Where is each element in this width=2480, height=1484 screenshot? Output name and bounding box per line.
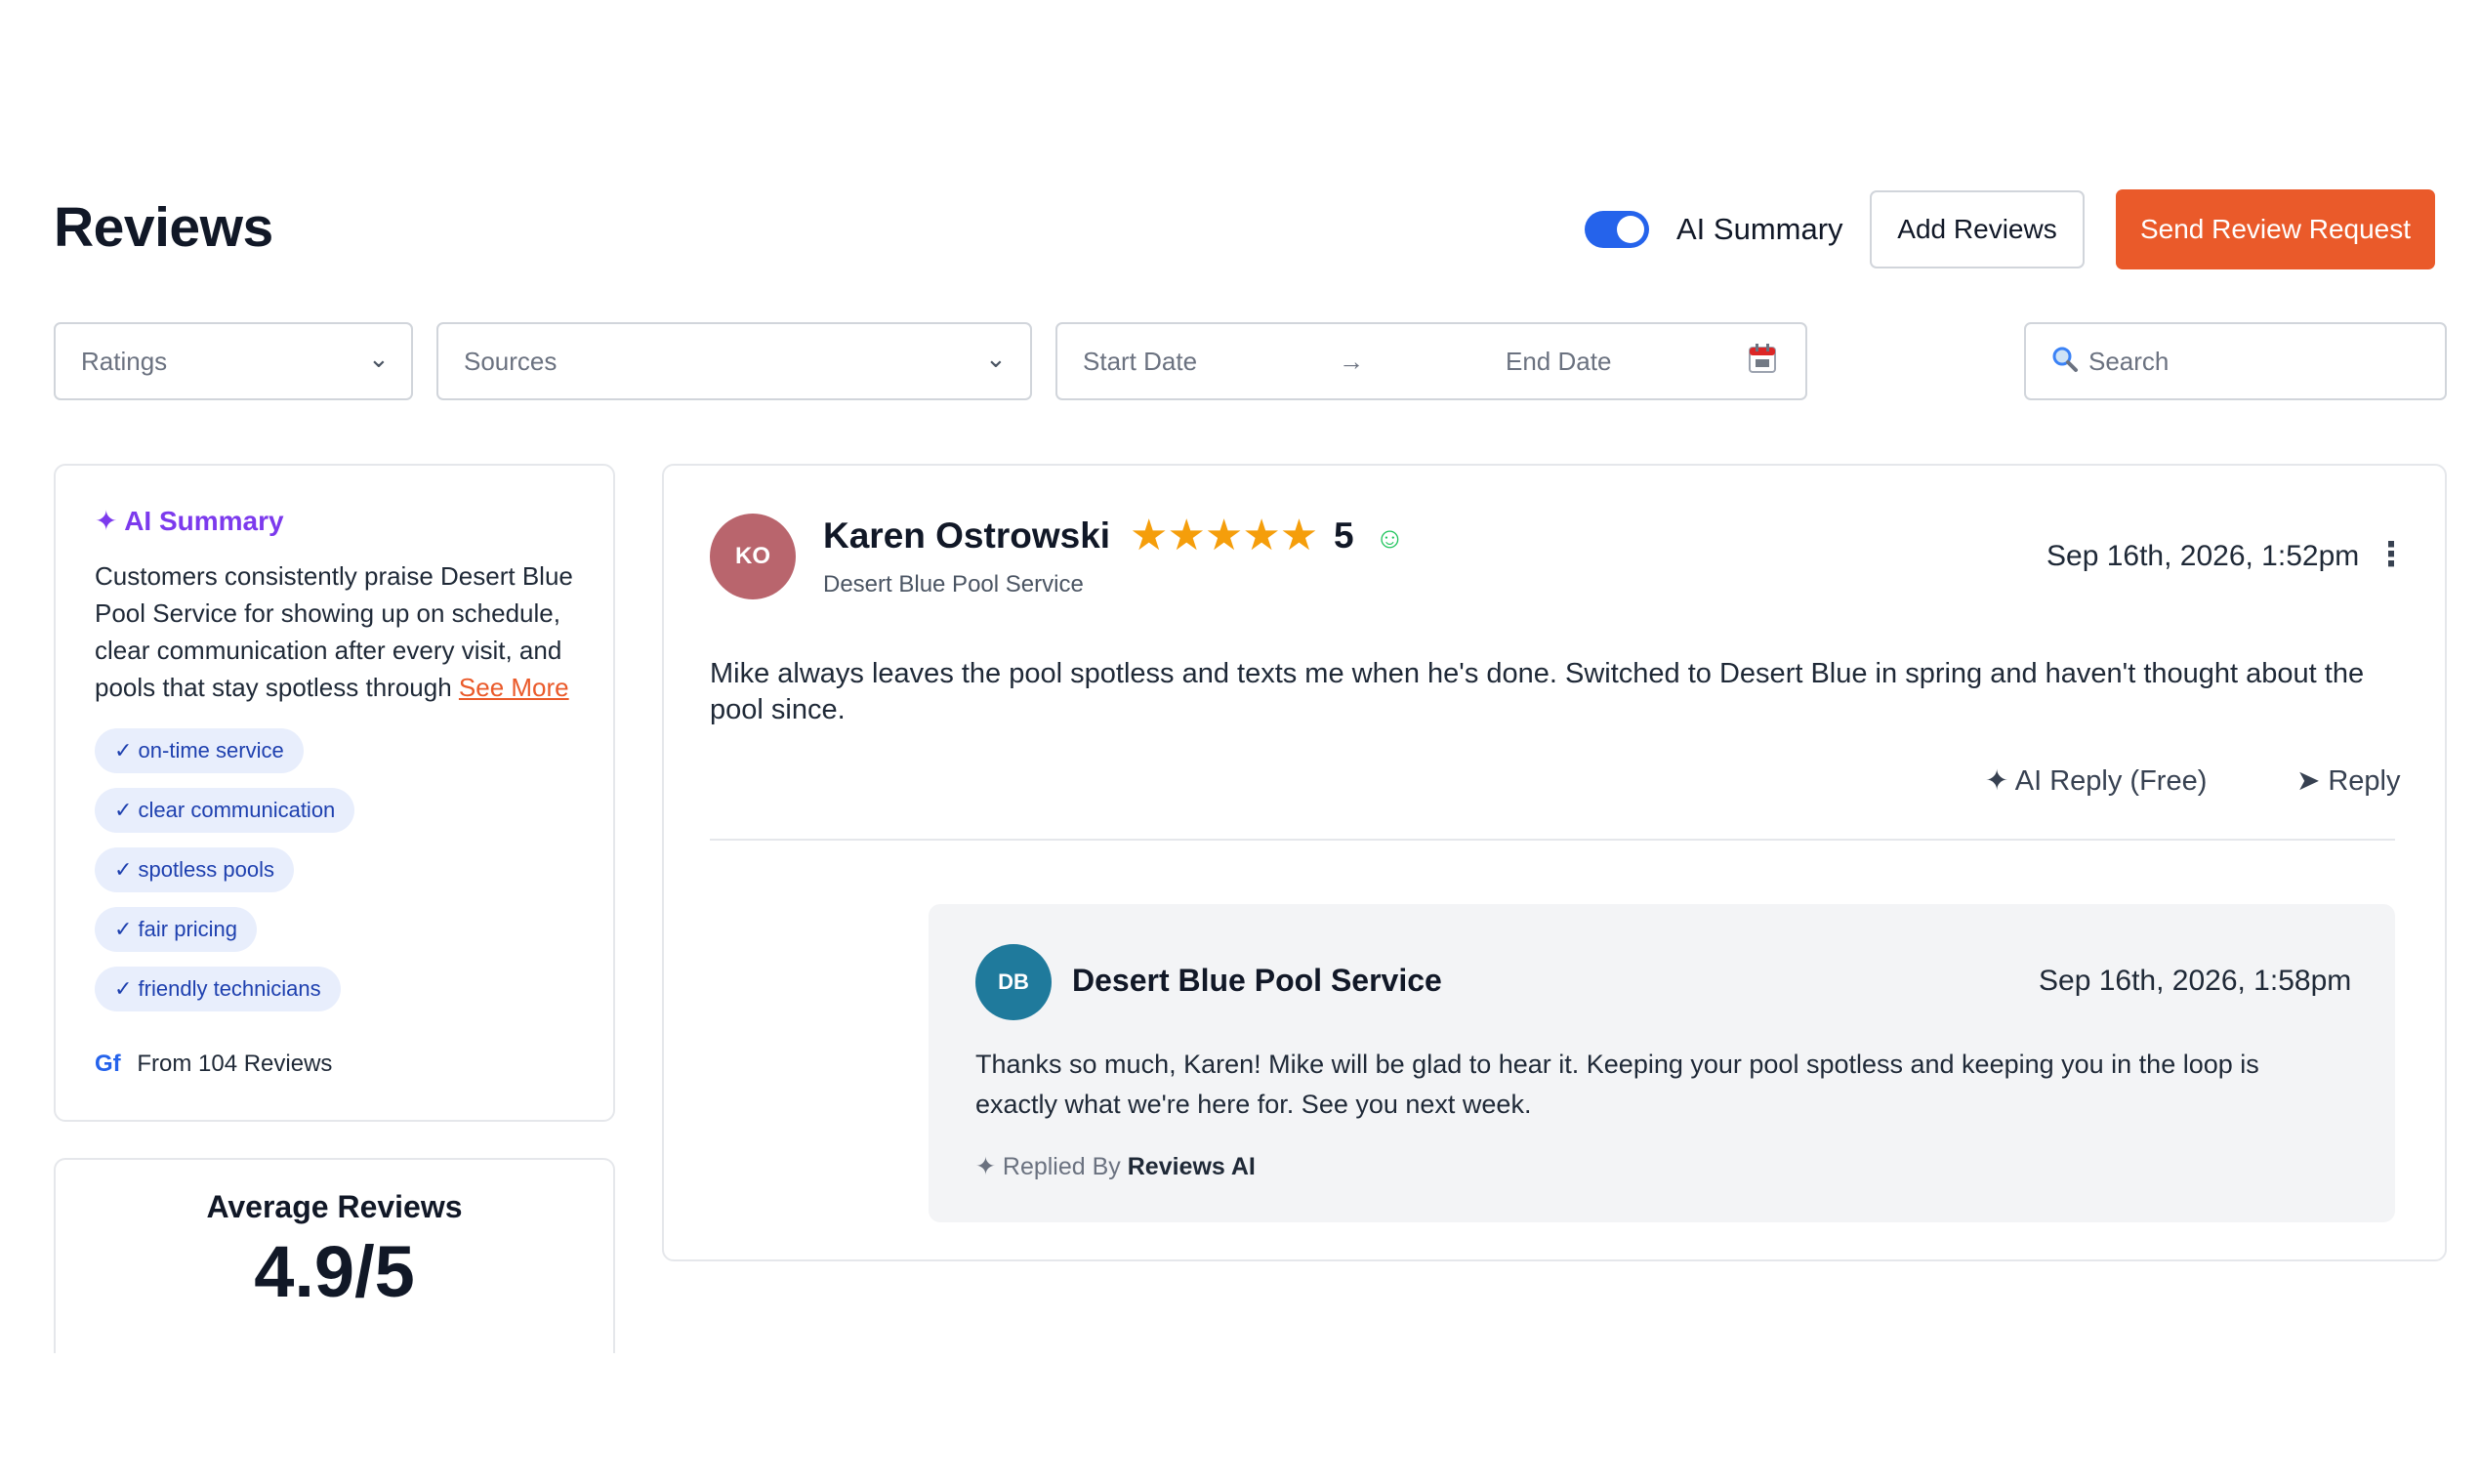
reply-date: Sep 16th, 2026, 1:58pm [2039,965,2352,997]
source-logo-icon: Gf [95,1051,121,1077]
divider [710,839,2395,841]
review-count-text: From 104 Reviews [137,1051,333,1077]
ai-summary-toggle-label: AI Summary [1676,212,1843,246]
reply-button[interactable]: ➤ Reply [2296,763,2401,798]
search-icon [2051,346,2079,380]
chip-clear-communication: ✓ clear communication [95,788,355,833]
replied-by-name: Reviews AI [1127,1153,1256,1180]
sources-dropdown[interactable]: Sources ⌄ [436,322,1032,400]
star-rating-icon: ★★★★★ [1130,512,1318,559]
replied-by: ✦ Replied By Reviews AI [975,1152,1256,1181]
chip-on-time-service: ✓ on-time service [95,728,304,773]
ai-summary-toggle[interactable] [1585,211,1649,248]
search-field[interactable]: Search [2024,322,2447,400]
ratings-placeholder: Ratings [81,347,168,376]
ratings-dropdown[interactable]: Ratings ⌄ [54,322,413,400]
smile-icon: ☺ [1375,522,1405,555]
see-more-link[interactable]: See More [459,673,569,702]
date-range-picker[interactable]: Start Date → End Date [1055,322,1807,400]
rating-value: 5 [1334,515,1354,556]
arrow-right-icon: → [1339,347,1364,376]
toggle-knob [1617,216,1644,243]
average-reviews-title: Average Reviews [206,1189,463,1224]
calendar-icon[interactable] [1749,344,1776,380]
send-review-request-button[interactable]: Send Review Request [2116,189,2435,269]
chevron-down-icon: ⌄ [985,344,1007,373]
owner-avatar: DB [975,944,1052,1020]
ai-reply-button[interactable]: ✦ AI Reply (Free) [1985,763,2207,798]
replied-by-prefix: ✦ Replied By [975,1153,1121,1180]
add-reviews-button[interactable]: Add Reviews [1870,190,2085,268]
end-date-input[interactable]: End Date [1506,347,1611,377]
start-date-input[interactable]: Start Date [1083,347,1197,377]
review-count-line: Gf From 104 Reviews [95,1051,332,1078]
chip-spotless-pools: ✓ spotless pools [95,847,294,892]
reviewed-business: Desert Blue Pool Service [823,571,1084,598]
review-date: Sep 16th, 2026, 1:52pm [2046,540,2360,572]
sources-placeholder: Sources [464,347,558,376]
owner-name: Desert Blue Pool Service [1072,963,1442,998]
reviewer-avatar: KO [710,514,796,599]
average-reviews-value: 4.9/5 [254,1231,415,1312]
page-title: Reviews [54,196,273,259]
ai-summary-heading: ✦ AI Summary [95,506,284,536]
search-input[interactable]: Search [2088,347,2169,377]
more-options-icon[interactable]: ⋮ [2375,535,2408,574]
chip-fair-pricing: ✓ fair pricing [95,907,258,952]
reviewer-name: Karen Ostrowski [823,515,1111,556]
reply-text: Thanks so much, Karen! Mike will be glad… [975,1050,2259,1119]
chevron-down-icon: ⌄ [368,344,390,373]
ai-summary-text: Customers consistently praise Desert Blu… [95,557,602,706]
chip-friendly-technicians: ✓ friendly technicians [95,967,341,1011]
review-text: Mike always leaves the pool spotless and… [710,658,2365,725]
